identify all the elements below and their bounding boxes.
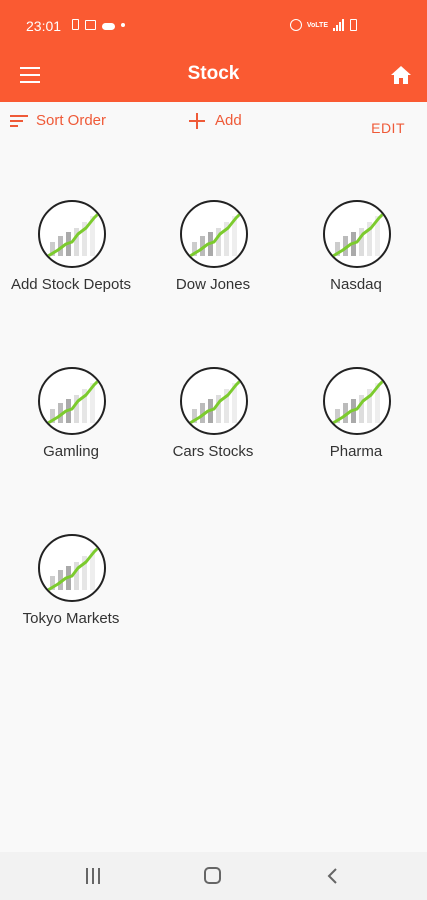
depot-label: Nasdaq xyxy=(330,276,382,293)
home-icon[interactable] xyxy=(390,64,412,86)
depot-tile[interactable]: Nasdaq xyxy=(285,200,427,320)
status-bar: 23:01 VoLTE xyxy=(0,0,427,52)
depot-tile[interactable]: Dow Jones xyxy=(142,200,284,320)
recent-apps-icon[interactable] xyxy=(86,868,102,884)
sort-order-button[interactable]: Sort Order xyxy=(10,112,106,129)
system-navigation-bar xyxy=(0,852,427,900)
stock-chart-icon xyxy=(38,534,106,602)
back-icon[interactable] xyxy=(326,868,340,884)
page-title: Stock xyxy=(187,63,240,84)
more-notifications-dot-icon xyxy=(121,22,125,27)
depot-label: Dow Jones xyxy=(175,276,251,293)
sort-icon xyxy=(10,114,28,128)
alarm-icon xyxy=(289,19,302,31)
volte-indicator: VoLTE xyxy=(306,21,328,29)
nav-home-icon[interactable] xyxy=(204,867,221,884)
depot-tile[interactable]: Tokyo Markets xyxy=(0,534,142,654)
depot-tile[interactable]: Pharma xyxy=(285,367,427,487)
toolbar: Sort Order Add EDIT xyxy=(0,102,427,146)
stock-chart-icon xyxy=(323,367,391,435)
stock-chart-icon xyxy=(180,200,248,268)
add-button[interactable]: Add xyxy=(189,112,242,129)
stock-chart-icon xyxy=(38,200,106,268)
cloud-icon xyxy=(102,22,115,30)
status-notification-icons xyxy=(72,19,125,30)
depot-label: Cars Stocks xyxy=(172,443,254,460)
depot-tile[interactable]: Gamling xyxy=(0,367,142,487)
battery-icon xyxy=(350,19,357,31)
stock-chart-icon xyxy=(323,200,391,268)
depot-tile[interactable]: Cars Stocks xyxy=(142,367,284,487)
image-notification-icon xyxy=(85,19,96,30)
depot-label: Gamling xyxy=(43,443,99,460)
plus-icon xyxy=(189,112,205,129)
battery-saver-icon xyxy=(72,19,79,30)
depot-label: Pharma xyxy=(329,443,383,460)
add-label: Add xyxy=(215,112,242,129)
sort-order-label: Sort Order xyxy=(36,112,107,129)
signal-icon xyxy=(333,19,345,31)
edit-button[interactable]: EDIT xyxy=(371,120,405,136)
status-time: 23:01 xyxy=(26,18,62,34)
depot-label: Tokyo Markets xyxy=(22,610,120,627)
stock-chart-icon xyxy=(180,367,248,435)
app-bar: Stock xyxy=(0,52,427,102)
stock-chart-icon xyxy=(38,367,106,435)
depot-label: Add Stock Depots xyxy=(10,276,132,293)
status-system-icons: VoLTE xyxy=(289,19,357,31)
depot-tile[interactable]: Add Stock Depots xyxy=(0,200,142,320)
